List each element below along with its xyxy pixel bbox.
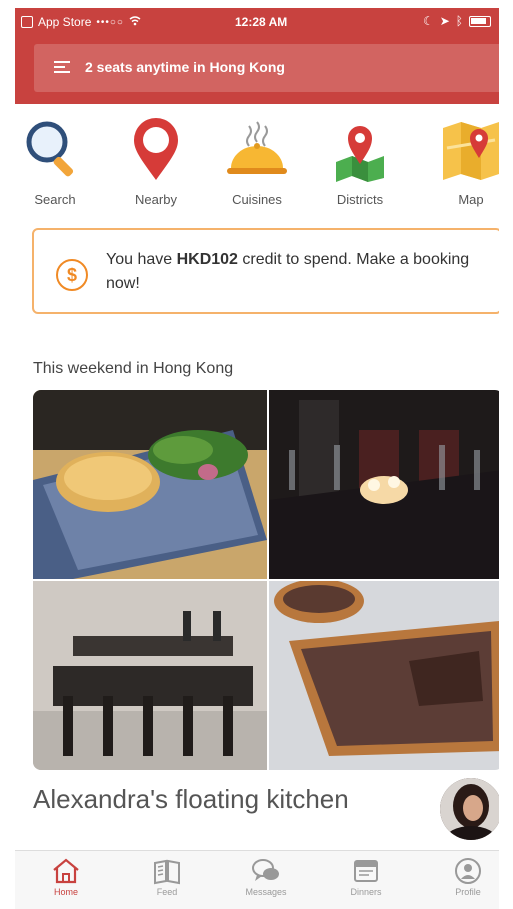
featured-photo-grid[interactable] — [33, 390, 499, 770]
section-title: This weekend in Hong Kong — [33, 360, 234, 377]
status-right: ☾ ➤ ᛒ — [423, 14, 491, 28]
category-row: Search Nearby Cuisines Districts Map — [15, 118, 499, 218]
location-pin-icon — [124, 118, 188, 182]
carrier-label[interactable]: App Store — [38, 15, 91, 29]
search-summary-bar[interactable]: 2 seats anytime in Hong Kong — [34, 44, 499, 92]
tab-feed[interactable]: Feed — [132, 857, 202, 897]
photo-chocolate-tart — [269, 581, 499, 770]
app-screen: App Store •••○○ 12:28 AM ☾ ➤ ᛒ 2 seats a… — [15, 8, 499, 909]
tab-label: Feed — [156, 887, 178, 897]
category-label: Districts — [336, 192, 384, 207]
location-arrow-icon: ➤ — [439, 14, 450, 28]
category-nearby[interactable]: Nearby — [116, 118, 196, 207]
moon-icon: ☾ — [422, 14, 434, 28]
tab-label: Dinners — [350, 887, 382, 897]
featured-venue-title[interactable]: Alexandra's floating kitchen — [33, 781, 353, 817]
status-bar: App Store •••○○ 12:28 AM ☾ ➤ ᛒ — [15, 8, 499, 36]
folded-map-icon — [439, 118, 499, 182]
photo-dining-table — [269, 390, 499, 579]
tab-dinners[interactable]: Dinners — [331, 857, 401, 897]
home-icon — [51, 857, 81, 885]
category-cuisines[interactable]: Cuisines — [217, 118, 297, 207]
map-pin-icon — [328, 118, 392, 182]
category-label: Nearby — [135, 192, 177, 207]
dollar-coin-icon: $ — [56, 259, 88, 291]
credit-prefix: You have — [106, 251, 177, 268]
battery-icon — [469, 15, 491, 27]
tab-bar: Home Feed Messages Dinners Profile — [15, 850, 499, 909]
back-to-app-icon[interactable] — [21, 16, 33, 28]
category-map[interactable]: Map — [431, 118, 499, 207]
chat-bubbles-icon — [251, 857, 281, 885]
tab-label: Home — [53, 887, 78, 897]
tab-home[interactable]: Home — [31, 857, 101, 897]
bluetooth-icon: ᛒ — [455, 14, 463, 28]
food-platter-icon — [225, 118, 289, 182]
tab-label: Profile — [455, 887, 481, 897]
category-search[interactable]: Search — [15, 118, 95, 207]
category-districts[interactable]: Districts — [320, 118, 400, 207]
magnifier-icon — [23, 118, 87, 182]
user-icon — [453, 857, 483, 885]
photo-room-interior — [33, 581, 267, 770]
tab-messages[interactable]: Messages — [231, 857, 301, 897]
category-label: Map — [458, 192, 484, 207]
app-header: App Store •••○○ 12:28 AM ☾ ➤ ᛒ 2 seats a… — [15, 8, 499, 104]
tab-profile[interactable]: Profile — [433, 857, 499, 897]
credit-amount: HKD102 — [176, 251, 238, 268]
search-summary-text: 2 seats anytime in Hong Kong — [85, 59, 285, 75]
book-icon — [152, 857, 182, 885]
tab-label: Messages — [245, 887, 287, 897]
signal-strength: •••○○ — [96, 16, 124, 28]
status-time: 12:28 AM — [235, 15, 288, 29]
status-left: App Store •••○○ — [21, 15, 141, 29]
wifi-icon — [129, 15, 141, 29]
calendar-icon — [351, 857, 381, 885]
credit-banner[interactable]: $ You have HKD102 credit to spend. Make … — [32, 228, 499, 314]
category-label: Search — [34, 192, 76, 207]
credit-message: You have HKD102 credit to spend. Make a … — [106, 248, 496, 296]
filter-icon — [54, 61, 70, 75]
category-label: Cuisines — [232, 192, 282, 207]
host-avatar[interactable] — [440, 778, 499, 840]
photo-food-plate — [33, 390, 267, 579]
